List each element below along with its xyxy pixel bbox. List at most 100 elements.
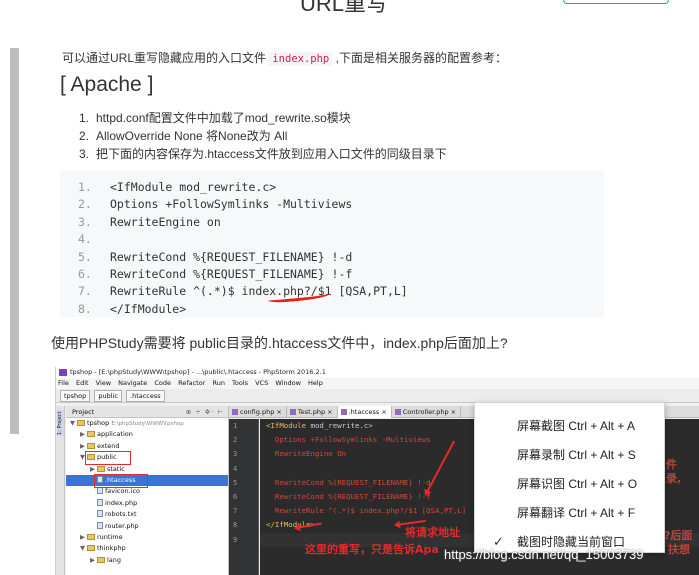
code-block-htaccess[interactable]: 1. <IfModule mod_rewrite.c> 2. Options +Fo… xyxy=(60,171,604,317)
ide-menu-view[interactable]: View xyxy=(96,379,111,387)
editor-tab-label: config.php xyxy=(240,408,275,416)
breadcrumb-public[interactable]: public xyxy=(94,390,122,402)
project-panel-header: Project ⊕ ÷ ✲· ⊢ xyxy=(66,406,228,418)
ide-breadcrumb: tpshop public .htaccess xyxy=(56,389,699,403)
tree-item[interactable]: ▶ runtime xyxy=(66,532,228,543)
ide-menu-run[interactable]: Run xyxy=(212,379,224,387)
tree-item[interactable]: index.php xyxy=(66,498,228,509)
tree-item-label: extend xyxy=(97,441,120,450)
section-heading-apache: [ Apache ] xyxy=(60,73,154,96)
line-number: 8 xyxy=(233,521,238,530)
project-panel: Project ⊕ ÷ ✲· ⊢ ▼ tpshop E:\phpStudy\WWW… xyxy=(66,406,229,575)
line-number: 1 xyxy=(233,422,238,430)
folder-icon xyxy=(77,420,85,426)
close-icon[interactable]: × xyxy=(449,408,456,416)
annotation-text: 将请求地址 xyxy=(405,526,460,539)
intro-text-before: 可以通过URL重写隐藏应用的入口文件 xyxy=(62,51,267,65)
context-menu-item[interactable]: 屏幕截图 Ctrl + Alt + A xyxy=(475,416,664,445)
code-line: 7. RewriteRule ^(.*)$ index.php?/$1 [QSA,… xyxy=(78,284,408,299)
ide-menu-file[interactable]: File xyxy=(58,379,69,387)
editor-gutter: 1 2 3 4 5 6 7 8 9 xyxy=(229,419,259,575)
breadcrumb-htaccess[interactable]: .htaccess xyxy=(126,390,165,402)
tree-item-label: favicon.ico xyxy=(105,487,141,496)
editor-tab[interactable]: Controller.php × xyxy=(392,406,462,418)
context-menu-item[interactable]: 屏幕识图 Ctrl + Alt + O xyxy=(475,474,664,503)
context-menu-item-label: 屏幕翻译 Ctrl + Alt + F xyxy=(517,506,636,520)
context-menu-item[interactable]: 屏幕翻译 Ctrl + Alt + F xyxy=(475,503,664,532)
file-icon xyxy=(97,498,103,506)
ide-menu-window[interactable]: Window xyxy=(275,379,301,387)
context-menu-item-label: 屏幕录制 Ctrl + Alt + S xyxy=(517,448,636,462)
phpstudy-note: 使用PHPStudy需要将 public目录的.htaccess文件中，inde… xyxy=(51,335,508,351)
tree-item[interactable]: ▶ application xyxy=(66,429,228,440)
folder-icon xyxy=(87,545,95,552)
editor-tab[interactable]: Test.php × xyxy=(287,406,338,418)
page-title: URL重写 xyxy=(300,0,389,16)
context-menu-item[interactable]: 屏幕录制 Ctrl + Alt + S xyxy=(475,445,664,474)
tree-item-label: tpshop xyxy=(87,419,110,427)
tree-item[interactable]: ▼ thinkphp xyxy=(66,543,228,554)
ide-side-strip: 1: Project xyxy=(56,406,65,575)
top-right-button[interactable] xyxy=(563,0,669,4)
tree-item-label: runtime xyxy=(97,532,123,541)
file-icon xyxy=(97,487,103,495)
editor-tab-label: Controller.php xyxy=(402,408,449,416)
line-number: 7 xyxy=(233,507,238,516)
editor-tab[interactable]: config.php × xyxy=(229,406,287,418)
folder-icon xyxy=(97,465,105,472)
code-line: 2. Options +FollowSymlinks -Multiviews xyxy=(78,197,353,212)
project-side-tab[interactable]: 1: Project xyxy=(57,410,64,436)
ide-menu-edit[interactable]: Edit xyxy=(76,379,89,387)
intro-text-after: ,下面是相关服务器的配置参考： xyxy=(335,51,507,65)
tree-arrow-icon[interactable]: ▶ xyxy=(80,532,87,543)
csdn-watermark: https://blog.csdn.net/qq_15003739 xyxy=(444,547,644,562)
tree-item-label: robots.txt xyxy=(105,510,137,519)
tree-item-label: static xyxy=(107,464,125,473)
close-icon[interactable]: × xyxy=(325,408,332,416)
tree-item[interactable]: router.php xyxy=(66,521,228,532)
close-icon[interactable]: × xyxy=(274,408,281,416)
highlight-box-public xyxy=(85,451,131,465)
folder-icon xyxy=(87,431,95,438)
tree-item[interactable]: ▶ lang xyxy=(66,555,228,566)
project-panel-title[interactable]: Project xyxy=(72,408,94,416)
screenshot-context-menu: 屏幕截图 Ctrl + Alt + A 屏幕录制 Ctrl + Alt + S 屏幕… xyxy=(474,402,665,553)
step-item: 3. 把下面的内容保存为.htaccess文件放到应用入口文件的同级目录下 xyxy=(79,147,447,161)
step-item: 2. AllowOverride None 将None改为 All xyxy=(79,129,288,143)
project-panel-tools-icon[interactable]: ⊕ ÷ ✲· ⊢ xyxy=(186,406,224,418)
file-icon xyxy=(97,510,103,518)
ide-menu-refactor[interactable]: Refactor xyxy=(178,379,205,387)
ide-menu-navigate[interactable]: Navigate xyxy=(118,379,147,387)
tree-arrow-icon[interactable]: ▼ xyxy=(80,543,87,554)
tree-item-label: index.php xyxy=(105,498,138,507)
tree-item[interactable]: favicon.ico xyxy=(66,486,228,497)
folder-icon xyxy=(87,533,95,540)
ide-menu-code[interactable]: Code xyxy=(154,379,171,387)
tree-arrow-icon[interactable]: ▼ xyxy=(70,418,77,429)
tree-item-label: application xyxy=(97,430,133,439)
tree-item[interactable]: robots.txt xyxy=(66,509,228,520)
tree-arrow-icon[interactable]: ▶ xyxy=(80,429,87,440)
ide-menu-help[interactable]: Help xyxy=(308,379,323,387)
tree-item[interactable]: ▼ tpshop E:\phpStudy\WWW\tpshop xyxy=(66,418,228,429)
ide-title-bar: tpshop - [E:\phpStudy\WWW\tpshop] - ...\… xyxy=(56,367,699,378)
code-line: 1. <IfModule mod_rewrite.c> xyxy=(78,180,277,194)
folder-icon xyxy=(87,442,95,449)
left-scroll-indicator xyxy=(10,48,19,434)
line-number: 2 xyxy=(233,436,238,445)
tree-arrow-icon[interactable]: ▶ xyxy=(90,555,97,566)
editor-tab-label: Test.php xyxy=(297,408,326,416)
code-line: 3. RewriteEngine on xyxy=(78,214,221,229)
project-tree: ▼ tpshop E:\phpStudy\WWW\tpshop ▶ applicati… xyxy=(66,418,228,566)
ide-menu-tools[interactable]: Tools xyxy=(232,379,248,387)
line-number: 9 xyxy=(233,535,238,544)
file-type-icon xyxy=(289,409,296,415)
file-type-icon xyxy=(232,409,238,415)
close-icon[interactable]: × xyxy=(379,408,386,416)
breadcrumb-tpshop[interactable]: tpshop xyxy=(60,390,91,402)
inline-code-index-php: index.php xyxy=(269,52,333,66)
ide-menu-vcs[interactable]: VCS xyxy=(255,379,268,387)
context-menu-item-label: 屏幕截图 Ctrl + Alt + A xyxy=(517,419,636,433)
step-item: 1. httpd.conf配置文件中加载了mod_rewrite.so模块 xyxy=(79,111,351,125)
editor-tab[interactable]: .htaccess × xyxy=(337,406,392,418)
